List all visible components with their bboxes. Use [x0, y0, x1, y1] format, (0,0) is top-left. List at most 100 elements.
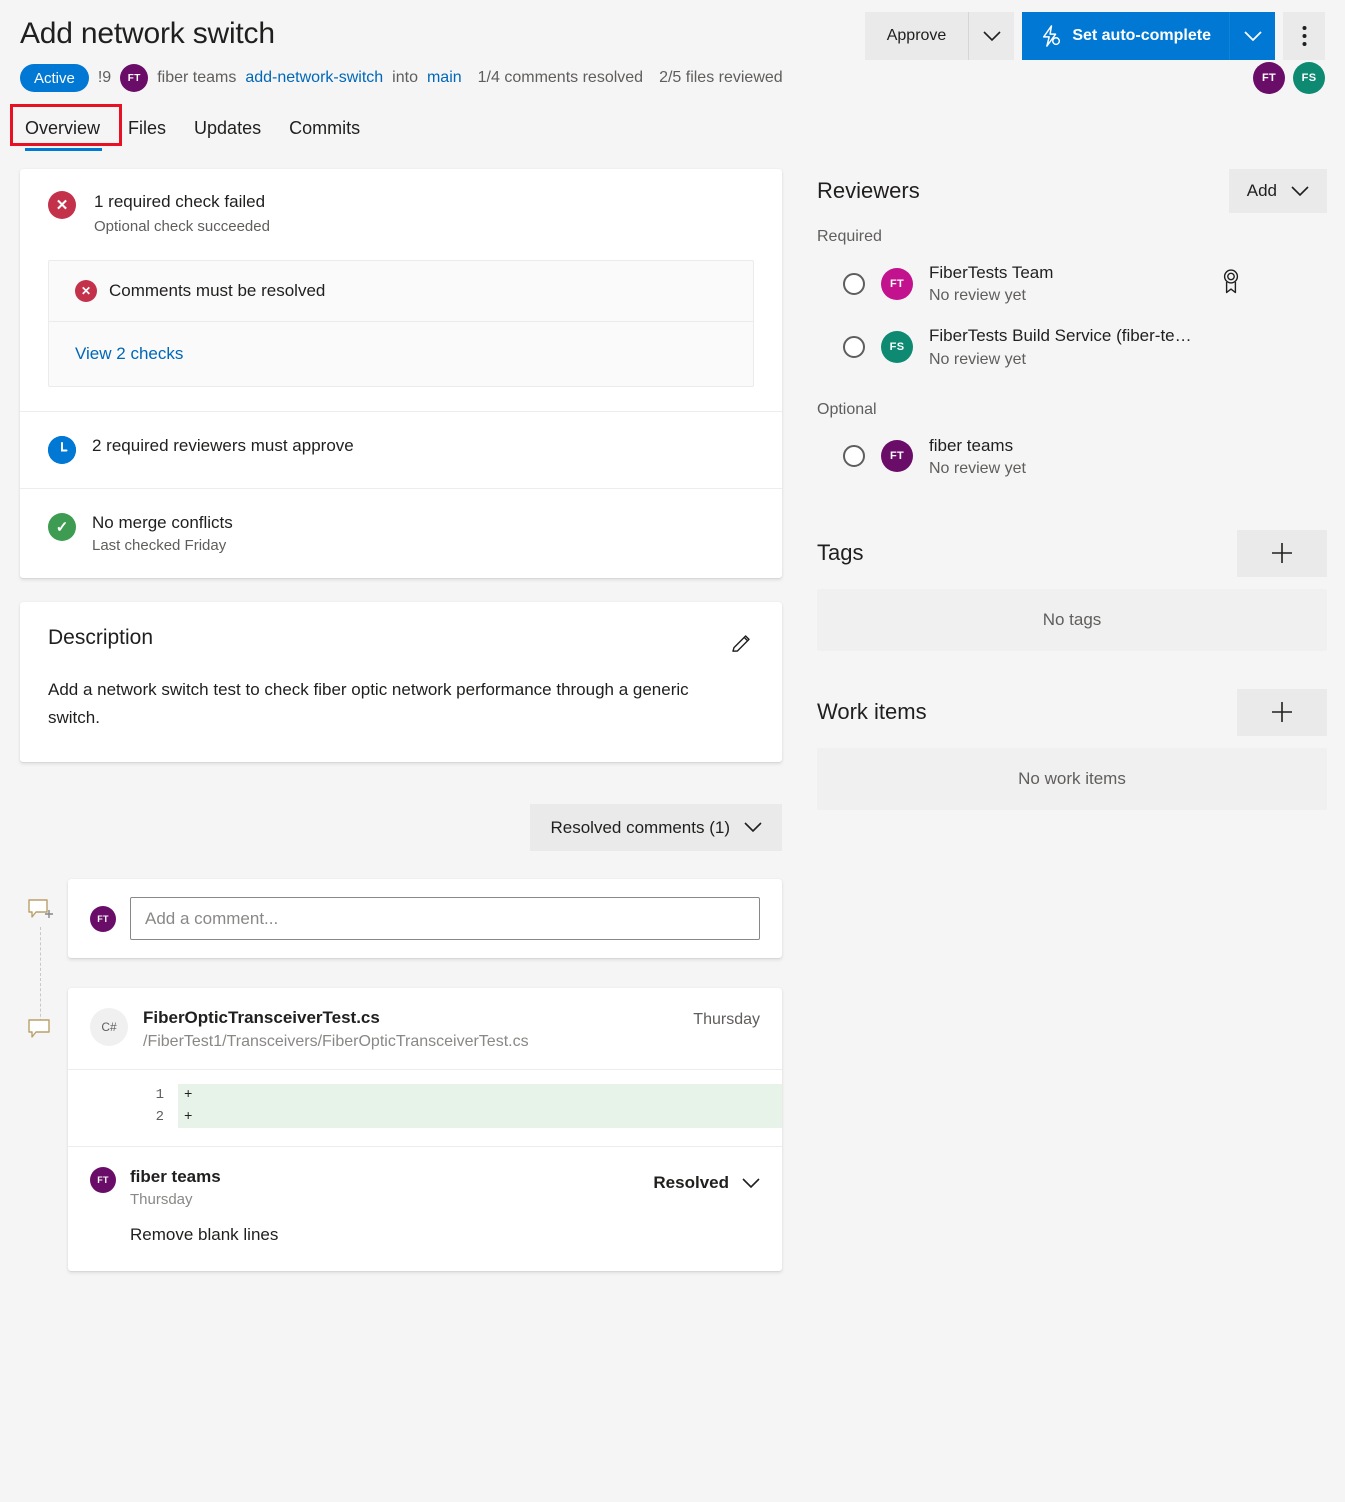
header-actions: Approve Set auto-complete [865, 12, 1325, 60]
reply-timestamp: Thursday [130, 1191, 278, 1208]
more-actions-button[interactable] [1283, 12, 1325, 60]
tab-updates[interactable]: Updates [180, 114, 275, 151]
plus-icon [1269, 540, 1295, 566]
error-circle-icon: ✕ [48, 191, 76, 219]
pull-request-tabs: Overview Files Updates Commits [0, 114, 1345, 151]
thread-reply: FT fiber teams Thursday Remove blank lin… [68, 1147, 782, 1271]
kebab-menu-icon [1302, 25, 1307, 47]
policy-headline: 1 required check failed [94, 191, 270, 213]
approve-button[interactable]: Approve [865, 12, 969, 60]
pr-id: !9 [98, 69, 111, 87]
add-work-item-button[interactable] [1237, 689, 1327, 736]
tab-files[interactable]: Files [114, 114, 180, 151]
reviewer-row-fibertests-team[interactable]: FT FiberTests Team No review yet [817, 252, 1327, 315]
participant-avatars: FT FS [1253, 62, 1325, 94]
comment-bubble-icon [28, 1019, 54, 1048]
reply-text: Remove blank lines [130, 1225, 278, 1245]
clock-icon [48, 436, 76, 464]
approve-dropdown-button[interactable] [968, 12, 1014, 60]
reviewer-row-fibertests-build-service[interactable]: FS FiberTests Build Service (fiber-te… N… [817, 315, 1327, 378]
avatar-initials: FT [128, 73, 141, 84]
page-content: ✕ 1 required check failed Optional check… [0, 151, 1345, 1271]
target-branch-link[interactable]: main [427, 69, 462, 87]
source-branch-link[interactable]: add-network-switch [245, 69, 383, 87]
into-label: into [392, 69, 418, 87]
reviewer-avatar: FS [881, 331, 913, 363]
file-icon-label: C# [101, 1020, 116, 1034]
plus-icon [1269, 699, 1295, 725]
chevron-down-icon [742, 1178, 760, 1189]
participant-avatar[interactable]: FT [1253, 62, 1285, 94]
avatar-initials: FS [1302, 72, 1317, 84]
reviewer-status: No review yet [929, 460, 1026, 478]
thread-gutter [20, 879, 68, 1271]
work-items-title: Work items [817, 699, 927, 725]
checks-box: ✕ Comments must be resolved View 2 check… [48, 260, 754, 387]
thread-file-name[interactable]: FiberOpticTransceiverTest.cs [143, 1008, 529, 1028]
reviewers-rule-title: 2 required reviewers must approve [92, 436, 354, 456]
tab-overview[interactable]: Overview [20, 114, 114, 151]
tags-empty-state: No tags [817, 589, 1327, 651]
work-items-empty-state: No work items [817, 748, 1327, 810]
diff-line: 1 + [68, 1084, 782, 1106]
check-row-comments-resolved[interactable]: ✕ Comments must be resolved [49, 261, 753, 321]
chevron-down-icon [1291, 186, 1309, 197]
add-comment-input[interactable] [130, 897, 760, 940]
add-tag-button[interactable] [1237, 530, 1327, 577]
resolved-comments-bar: Resolved comments (1) [20, 804, 782, 851]
reviewers-title: Reviewers [817, 178, 920, 204]
add-comment-bubble-icon [28, 899, 54, 928]
comment-thread-card: C# FiberOpticTransceiverTest.cs /FiberTe… [68, 988, 782, 1271]
add-reviewer-label: Add [1247, 181, 1277, 201]
policy-top: ✕ 1 required check failed Optional check… [20, 169, 782, 387]
reviewer-name: FiberTests Build Service (fiber-te… [929, 325, 1192, 346]
set-auto-complete-dropdown-button[interactable] [1229, 12, 1275, 60]
merge-conflicts-subtitle: Last checked Friday [92, 537, 233, 554]
reviewer-avatar: FT [881, 268, 913, 300]
add-reviewer-button[interactable]: Add [1229, 169, 1327, 213]
avatar-initials: FT [97, 914, 109, 924]
success-check-icon: ✓ [48, 513, 76, 541]
reviewer-vote-indicator[interactable] [843, 336, 865, 358]
thread-file-info: FiberOpticTransceiverTest.cs /FiberTest1… [143, 1008, 529, 1051]
work-items-header: Work items [817, 689, 1327, 736]
thread-file-header: C# FiberOpticTransceiverTest.cs /FiberTe… [68, 988, 782, 1069]
participant-avatar[interactable]: FS [1293, 62, 1325, 94]
merge-conflicts-title: No merge conflicts [92, 513, 233, 533]
page-title: Add network switch [20, 16, 275, 52]
edit-description-button[interactable] [726, 628, 758, 660]
policy-status-card: ✕ 1 required check failed Optional check… [20, 169, 782, 578]
description-body: Add a network switch test to check fiber… [48, 676, 708, 732]
required-reviewer-badge-icon [1221, 268, 1241, 299]
discussion-section: FT C# FiberOpticTransceiverTest.cs /Fibe… [20, 879, 782, 1271]
resolved-comments-filter-button[interactable]: Resolved comments (1) [530, 804, 782, 851]
reviewer-row-fiber-teams[interactable]: FT fiber teams No review yet [817, 425, 1327, 488]
avatar-initials: FT [890, 450, 904, 462]
sidebar: Reviewers Add Required FT FiberTests Tea… [817, 169, 1327, 1271]
reviewer-vote-indicator[interactable] [843, 445, 865, 467]
check-label: Comments must be resolved [109, 281, 325, 301]
diff-line-number: 1 [68, 1087, 178, 1103]
tags-title: Tags [817, 540, 863, 566]
set-auto-complete-button[interactable]: Set auto-complete [1022, 12, 1229, 60]
thread-timestamp: Thursday [693, 1008, 760, 1029]
chevron-down-icon [744, 822, 762, 833]
error-circle-icon: ✕ [75, 280, 97, 302]
view-checks-link[interactable]: View 2 checks [49, 322, 753, 386]
description-title: Description [48, 626, 754, 650]
add-comment-card: FT [68, 879, 782, 958]
thread-status-dropdown[interactable]: Resolved [653, 1173, 760, 1193]
avatar-initials: FS [890, 341, 905, 353]
tags-section: Tags No tags [817, 530, 1327, 651]
reviewer-vote-indicator[interactable] [843, 273, 865, 295]
policy-row-text: No merge conflicts Last checked Friday [92, 513, 233, 554]
chevron-down-icon [1244, 31, 1262, 42]
avatar-initials: FT [890, 278, 904, 290]
diff-line-number: 2 [68, 1109, 178, 1125]
avatar-initials: FT [1262, 72, 1276, 84]
reviewers-header: Reviewers Add [817, 169, 1327, 213]
required-reviewers-label: Required [817, 228, 1327, 246]
files-reviewed-count: 2/5 files reviewed [659, 69, 783, 87]
tab-commits[interactable]: Commits [275, 114, 374, 151]
policy-subline: Optional check succeeded [94, 218, 270, 235]
